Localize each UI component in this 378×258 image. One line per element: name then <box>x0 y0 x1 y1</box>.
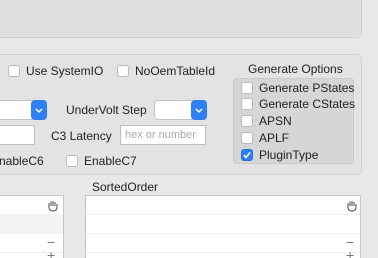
enable-c7-option[interactable]: EnableC7 <box>66 154 137 168</box>
sorted-order-list[interactable] <box>85 195 361 258</box>
generate-pstates-checkbox[interactable] <box>241 82 253 94</box>
list-item[interactable] <box>86 196 360 215</box>
enable-c7-label: EnableC7 <box>84 154 137 168</box>
list-item[interactable] <box>86 234 360 253</box>
c3-latency-label: C3 Latency <box>51 129 112 143</box>
no-oem-table-id-option[interactable]: NoOemTableId <box>117 64 215 78</box>
generate-options-title: Generate Options <box>248 62 343 76</box>
generate-cstates-label: Generate CStates <box>259 97 356 111</box>
list-item[interactable] <box>86 215 360 234</box>
sorted-add-button[interactable]: + <box>346 248 354 258</box>
chevron-updown-icon <box>191 100 207 120</box>
left-popup[interactable] <box>0 100 47 120</box>
sorted-order-label: SortedOrder <box>92 180 159 194</box>
list-item[interactable] <box>0 215 63 234</box>
chevron-updown-icon <box>31 100 47 120</box>
aplf-label: APLF <box>259 131 290 145</box>
drag-hand-icon[interactable] <box>46 199 60 215</box>
generate-cstates-checkbox[interactable] <box>241 98 253 110</box>
plugintype-checkbox[interactable] <box>241 149 253 161</box>
generate-pstates-label: Generate PStates <box>259 81 355 95</box>
plugintype-option[interactable]: PluginType <box>241 148 318 162</box>
apsn-option[interactable]: APSN <box>241 114 292 128</box>
left-textfield[interactable] <box>0 125 35 145</box>
apsn-label: APSN <box>259 114 292 128</box>
use-systemio-option[interactable]: Use SystemIO <box>8 64 103 78</box>
use-systemio-label: Use SystemIO <box>26 64 104 78</box>
no-oem-table-id-checkbox[interactable] <box>117 65 129 77</box>
c3-latency-input[interactable]: hex or number <box>120 125 206 145</box>
check-icon <box>243 152 251 159</box>
drag-hand-icon[interactable] <box>345 199 359 215</box>
undervolt-step-popup[interactable] <box>154 100 207 120</box>
aplf-option[interactable]: APLF <box>241 131 289 145</box>
top-panel <box>0 0 362 38</box>
enable-c7-checkbox[interactable] <box>66 155 78 167</box>
undervolt-step-label: UnderVolt Step <box>66 103 147 117</box>
c3-latency-placeholder: hex or number <box>125 129 196 141</box>
use-systemio-checkbox[interactable] <box>8 65 20 77</box>
add-button[interactable]: + <box>47 248 55 258</box>
plugintype-label: PluginType <box>259 148 319 162</box>
enable-c6-label: nableC6 <box>0 154 44 168</box>
apsn-checkbox[interactable] <box>241 115 253 127</box>
aplf-checkbox[interactable] <box>241 132 253 144</box>
generate-pstates-option[interactable]: Generate PStates <box>241 81 354 95</box>
no-oem-table-id-label: NoOemTableId <box>135 64 216 78</box>
generate-cstates-option[interactable]: Generate CStates <box>241 97 355 111</box>
